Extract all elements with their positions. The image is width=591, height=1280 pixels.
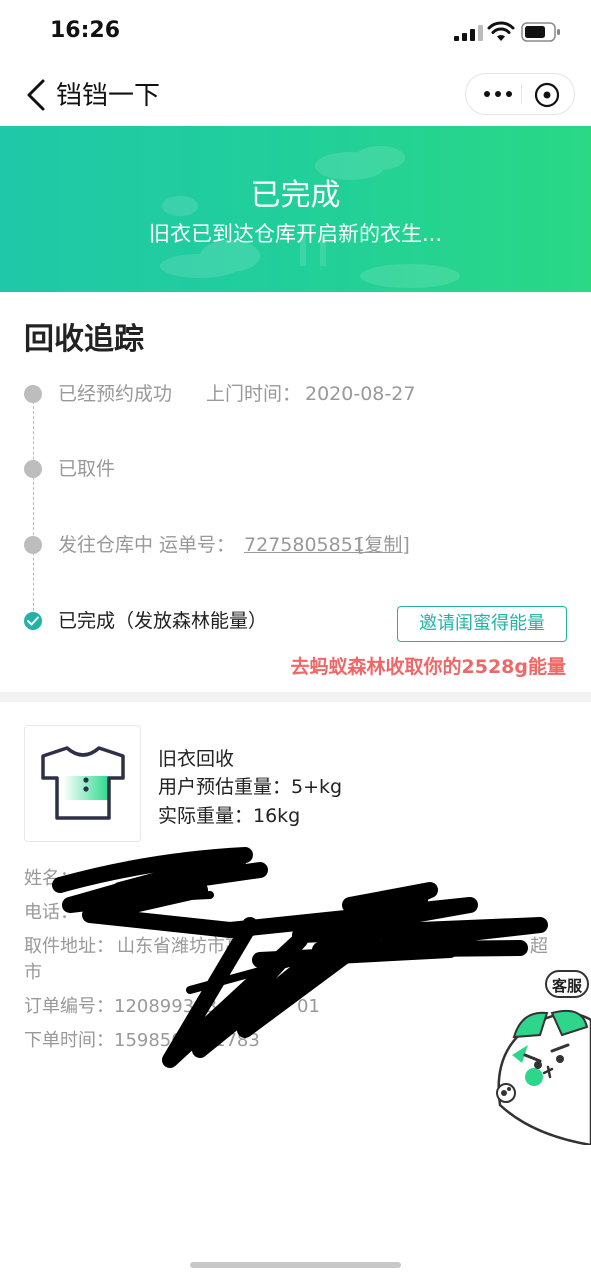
chevron-left-icon[interactable] — [24, 78, 48, 112]
contact-name-label: 姓名： — [24, 868, 78, 889]
order-number: 订单编号：120899303 — [24, 996, 218, 1017]
copy-waybill-link[interactable]: [复制] — [357, 532, 410, 558]
pickup-address-line2: 市 — [24, 962, 42, 983]
miniapp-capsule — [465, 73, 575, 115]
order-number-tail: 01 — [297, 996, 320, 1017]
estimated-weight: 用户预估重量：5+kg — [158, 776, 343, 798]
actual-weight: 实际重量：16kg — [158, 805, 301, 827]
timeline-step-shipping: 发往仓库中 运单号： 7275805851 [复制] — [24, 532, 544, 558]
order-time-tail: 1783 — [214, 1030, 260, 1051]
visit-time-label: 上门时间： — [206, 383, 302, 405]
section-divider — [0, 692, 591, 702]
status-banner: 已完成 旧衣已到达仓库开启新的衣生... — [0, 126, 591, 292]
home-indicator[interactable] — [190, 1262, 401, 1268]
step-label: 已完成（发放森林能量） — [58, 610, 268, 632]
more-dots-icon[interactable] — [482, 82, 514, 106]
capsule-divider — [521, 84, 522, 104]
step-label: 已取件 — [58, 458, 116, 480]
battery-icon — [521, 22, 560, 42]
invite-friend-button[interactable]: 邀请闺蜜得能量 — [397, 606, 567, 642]
status-bar: 16:26 — [0, 0, 591, 62]
visit-time-value: 2020-08-27 — [305, 383, 416, 405]
nav-bar: 铛铛一下 — [0, 62, 591, 126]
timeline-step-completed: 已完成（发放森林能量） — [24, 608, 384, 634]
banner-title: 已完成 — [250, 178, 341, 213]
banner-subtitle: 旧衣已到达仓库开启新的衣生... — [148, 222, 443, 246]
step-label: 已经预约成功 — [58, 383, 173, 405]
forest-energy-link[interactable]: 去蚂蚁森林收取你的2528g能量 — [291, 652, 566, 679]
tracking-title: 回收追踪 — [24, 322, 144, 357]
timeline-step-booked: 已经预约成功 上门时间： 2020-08-27 — [24, 381, 544, 407]
step-label: 发往仓库中 运单号： — [58, 534, 236, 556]
pickup-address-value: 山东省潍坊市高 — [117, 936, 243, 957]
pickup-address-label: 取件地址： — [24, 936, 114, 957]
close-circle-icon[interactable] — [534, 82, 560, 108]
wifi-icon — [487, 21, 515, 41]
signal-icon — [454, 25, 483, 41]
product-name: 旧衣回收 — [158, 748, 235, 770]
order-time: 下单时间：159850 — [24, 1030, 183, 1051]
status-time: 16:26 — [50, 18, 121, 43]
check-circle-icon — [24, 612, 42, 630]
product-image — [24, 725, 141, 842]
step-dot — [24, 536, 42, 554]
timeline-step-picked-up: 已取件 — [24, 456, 224, 482]
pickup-address-tail: 超 — [530, 936, 548, 957]
page-title: 铛铛一下 — [56, 81, 161, 111]
tshirt-icon — [41, 746, 125, 820]
waybill-number-link[interactable]: 7275805851 — [244, 532, 365, 558]
step-dot — [24, 385, 42, 403]
customer-service-label[interactable]: 客服 — [545, 970, 589, 998]
step-dot — [24, 460, 42, 478]
timeline-line — [33, 396, 34, 621]
contact-phone-label: 电话： — [24, 902, 78, 923]
